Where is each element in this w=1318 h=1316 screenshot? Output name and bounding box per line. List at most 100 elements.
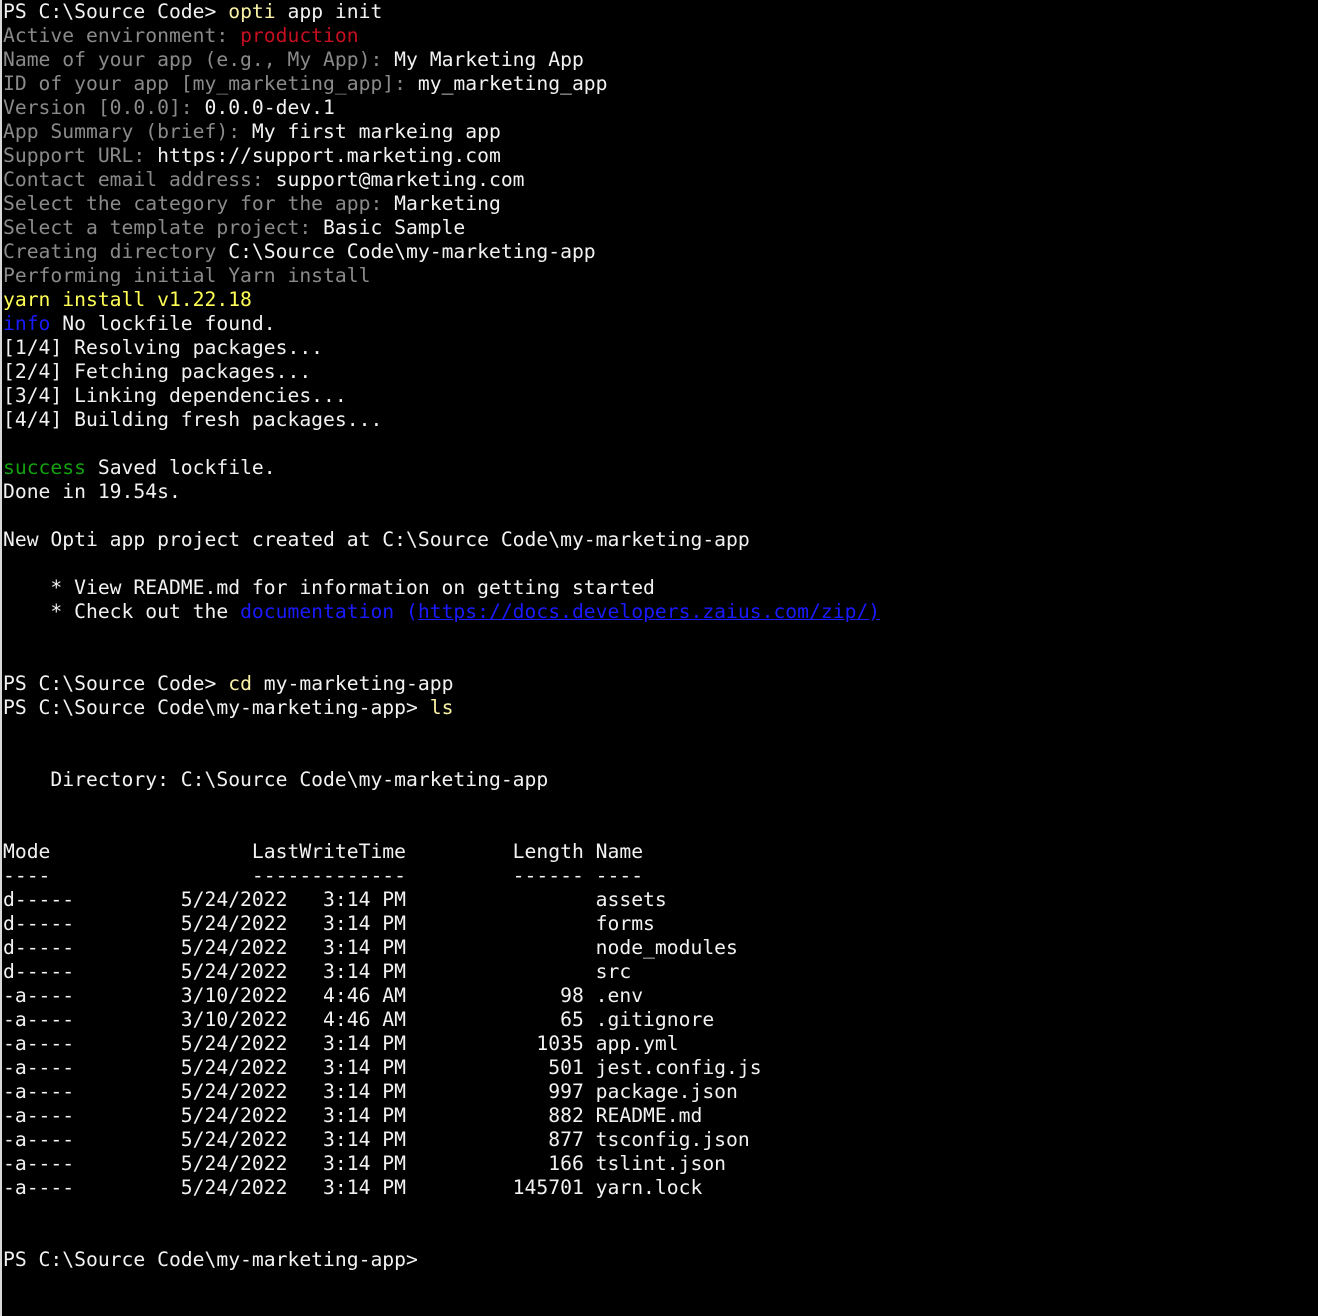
terminal-line: -a---- 5/24/2022 3:14 PM 501 jest.config… <box>3 1056 1315 1080</box>
terminal-text: app init <box>275 0 383 23</box>
documentation-link: documentation ( <box>240 600 418 623</box>
terminal-text: -a---- 5/24/2022 3:14 PM 997 package.jso… <box>3 1080 738 1103</box>
documentation-link[interactable]: https://docs.developers.zaius.com/zip/ <box>418 600 868 623</box>
terminal-line: ---- ------------- ------ ---- <box>3 864 1315 888</box>
terminal-text: yarn install v1.22.18 <box>3 288 252 311</box>
prompt-label: Select a template project: <box>3 216 324 239</box>
terminal-text: -a---- 5/24/2022 3:14 PM 501 jest.config… <box>3 1056 762 1079</box>
terminal-text: support@marketing.com <box>275 168 525 191</box>
prompt-label: Contact email address: <box>3 168 276 191</box>
documentation-link[interactable]: ) <box>868 600 880 623</box>
terminal-text: -a---- 5/24/2022 3:14 PM 1035 app.yml <box>3 1032 679 1055</box>
prompt-label: Name of your app (e.g., My App): <box>3 48 395 71</box>
terminal-line: Support URL: https://support.marketing.c… <box>3 144 1315 168</box>
terminal-text: -a---- 3/10/2022 4:46 AM 98 .env <box>3 984 644 1007</box>
terminal-text: -a---- 5/24/2022 3:14 PM 166 tslint.json <box>3 1152 727 1175</box>
terminal-line: success Saved lockfile. <box>3 456 1315 480</box>
terminal-line: PS C:\Source Code> cd my-marketing-app <box>3 672 1315 696</box>
terminal-line: -a---- 5/24/2022 3:14 PM 877 tsconfig.js… <box>3 1128 1315 1152</box>
terminal-text: New Opti app project created at C:\Sourc… <box>3 528 750 551</box>
terminal-text: [3/4] Linking dependencies... <box>3 384 347 407</box>
terminal-line: PS C:\Source Code> opti app init <box>3 0 1315 24</box>
command-text: opti <box>228 0 276 23</box>
terminal-line: -a---- 5/24/2022 3:14 PM 997 package.jso… <box>3 1080 1315 1104</box>
terminal-text: -a---- 5/24/2022 3:14 PM 882 README.md <box>3 1104 703 1127</box>
terminal-line: Name of your app (e.g., My App): My Mark… <box>3 48 1315 72</box>
window-left-border <box>0 0 2 1316</box>
terminal-text: C:\Source Code\my-marketing-app <box>228 240 596 263</box>
terminal-line: Contact email address: support@marketing… <box>3 168 1315 192</box>
terminal-line: yarn install v1.22.18 <box>3 288 1315 312</box>
prompt-label: Version [0.0.0]: <box>3 96 205 119</box>
terminal-line: [2/4] Fetching packages... <box>3 360 1315 384</box>
terminal-line: Creating directory C:\Source Code\my-mar… <box>3 240 1315 264</box>
terminal-text: [1/4] Resolving packages... <box>3 336 324 359</box>
prompt-label: App Summary (brief): <box>3 120 252 143</box>
terminal-text: d----- 5/24/2022 3:14 PM assets <box>3 888 667 911</box>
terminal-text: PS C:\Source Code> <box>3 0 229 23</box>
prompt-label: Support URL: <box>3 144 158 167</box>
terminal-line: -a---- 5/24/2022 3:14 PM 145701 yarn.loc… <box>3 1176 1315 1200</box>
terminal-text: PS C:\Source Code\my-marketing-app> <box>3 696 430 719</box>
terminal-line: Directory: C:\Source Code\my-marketing-a… <box>3 768 1315 792</box>
terminal-line: Done in 19.54s. <box>3 480 1315 504</box>
terminal-line: Select a template project: Basic Sample <box>3 216 1315 240</box>
terminal-text: Mode LastWriteTime Length Name <box>3 840 644 863</box>
terminal-text: production <box>240 24 359 47</box>
terminal-text: d----- 5/24/2022 3:14 PM src <box>3 960 632 983</box>
prompt-label: ID of your app [my_marketing_app]: <box>3 72 418 95</box>
terminal-text: success <box>3 456 86 479</box>
terminal-text: -a---- 3/10/2022 4:46 AM 65 .gitignore <box>3 1008 715 1031</box>
terminal-text: Directory: C:\Source Code\my-marketing-a… <box>3 768 549 791</box>
command-text: ls <box>429 696 454 719</box>
terminal-text: my-marketing-app <box>251 672 454 695</box>
terminal-line: Active environment: production <box>3 24 1315 48</box>
terminal-line: ID of your app [my_marketing_app]: my_ma… <box>3 72 1315 96</box>
terminal-text: info <box>3 312 51 335</box>
terminal-line: * View README.md for information on gett… <box>3 576 1315 600</box>
terminal-text: [2/4] Fetching packages... <box>3 360 312 383</box>
prompt-label: Performing initial Yarn install <box>3 264 371 287</box>
terminal-text: No lockfile found. <box>50 312 276 335</box>
terminal-line: App Summary (brief): My first markeing a… <box>3 120 1315 144</box>
terminal-line: d----- 5/24/2022 3:14 PM assets <box>3 888 1315 912</box>
prompt-label: Creating directory <box>3 240 229 263</box>
terminal-line: Version [0.0.0]: 0.0.0-dev.1 <box>3 96 1315 120</box>
terminal-text: Basic Sample <box>323 216 466 239</box>
terminal-text: PS C:\Source Code\my-marketing-app> <box>3 1248 418 1271</box>
terminal-text: ---- ------------- ------ ---- <box>3 864 644 887</box>
terminal-text: Marketing <box>394 192 501 215</box>
terminal-line: PS C:\Source Code\my-marketing-app> ls <box>3 696 1315 720</box>
terminal-line: Mode LastWriteTime Length Name <box>3 840 1315 864</box>
terminal-text: PS C:\Source Code> <box>3 672 229 695</box>
terminal-text: my_marketing_app <box>417 72 608 95</box>
terminal-text: -a---- 5/24/2022 3:14 PM 145701 yarn.loc… <box>3 1176 703 1199</box>
powershell-terminal[interactable]: PS C:\Source Code> opti app init Active e… <box>3 0 1315 1272</box>
terminal-line: d----- 5/24/2022 3:14 PM src <box>3 960 1315 984</box>
terminal-line: -a---- 5/24/2022 3:14 PM 882 README.md <box>3 1104 1315 1128</box>
terminal-text: -a---- 5/24/2022 3:14 PM 877 tsconfig.js… <box>3 1128 750 1151</box>
terminal-line: * Check out the documentation (https://d… <box>3 600 1315 624</box>
terminal-text: d----- 5/24/2022 3:14 PM forms <box>3 912 655 935</box>
terminal-text: [4/4] Building fresh packages... <box>3 408 383 431</box>
terminal-line: d----- 5/24/2022 3:14 PM node_modules <box>3 936 1315 960</box>
terminal-text: Done in 19.54s. <box>3 480 181 503</box>
terminal-line: New Opti app project created at C:\Sourc… <box>3 528 1315 552</box>
terminal-text: d----- 5/24/2022 3:14 PM node_modules <box>3 936 738 959</box>
terminal-line: info No lockfile found. <box>3 312 1315 336</box>
terminal-text: My Marketing App <box>394 48 584 71</box>
terminal-text: https://support.marketing.com <box>157 144 501 167</box>
terminal-line: [1/4] Resolving packages... <box>3 336 1315 360</box>
terminal-text: * View README.md for information on gett… <box>3 576 655 599</box>
terminal-line: Select the category for the app: Marketi… <box>3 192 1315 216</box>
